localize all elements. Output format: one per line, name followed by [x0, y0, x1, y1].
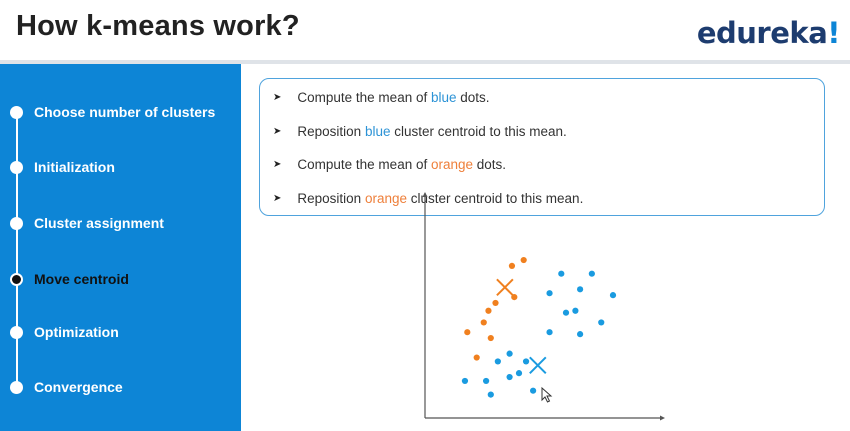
timeline-dot	[10, 105, 23, 119]
blue-data-point	[515, 370, 523, 377]
orange-data-point	[480, 319, 487, 326]
blue-data-point	[609, 292, 617, 299]
blue-data-point	[577, 286, 584, 293]
timeline-dot-active	[10, 272, 23, 286]
blue-data-point	[572, 307, 579, 314]
orange-data-point	[508, 262, 516, 269]
blue-data-point	[588, 270, 595, 277]
orange-data-point	[492, 299, 499, 307]
timeline-dot	[10, 216, 23, 230]
blue-data-point	[546, 290, 553, 297]
blue-centroid-marker	[529, 356, 547, 375]
orange-data-point	[520, 256, 527, 264]
mouse-cursor-icon	[541, 386, 553, 403]
orange-centroid-marker	[496, 278, 514, 297]
timeline-dot	[10, 380, 23, 394]
blue-data-point	[506, 373, 513, 381]
blue-data-point	[483, 377, 490, 385]
orange-data-point	[487, 334, 494, 342]
y-axis-arrow-icon	[422, 192, 428, 197]
blue-data-point	[530, 387, 537, 394]
blue-data-point	[506, 350, 513, 357]
blue-data-point	[562, 309, 570, 316]
plot-centroids	[496, 278, 547, 375]
blue-data-point	[461, 377, 469, 385]
timeline-dot	[10, 160, 23, 174]
orange-data-point	[485, 307, 492, 314]
blue-data-point	[598, 319, 605, 326]
blue-data-point	[546, 329, 553, 336]
scatter-plot	[422, 192, 665, 421]
blue-data-point	[558, 270, 565, 277]
timeline-dot	[10, 325, 23, 339]
plot-axes	[422, 192, 665, 421]
blue-data-point	[487, 391, 494, 398]
plot-points	[461, 256, 617, 398]
orange-data-point	[473, 354, 480, 361]
x-axis-arrow-icon	[660, 415, 665, 421]
blue-data-point	[522, 358, 530, 365]
blue-data-point	[577, 331, 584, 338]
orange-data-point	[464, 329, 471, 336]
blue-data-point	[494, 358, 501, 365]
